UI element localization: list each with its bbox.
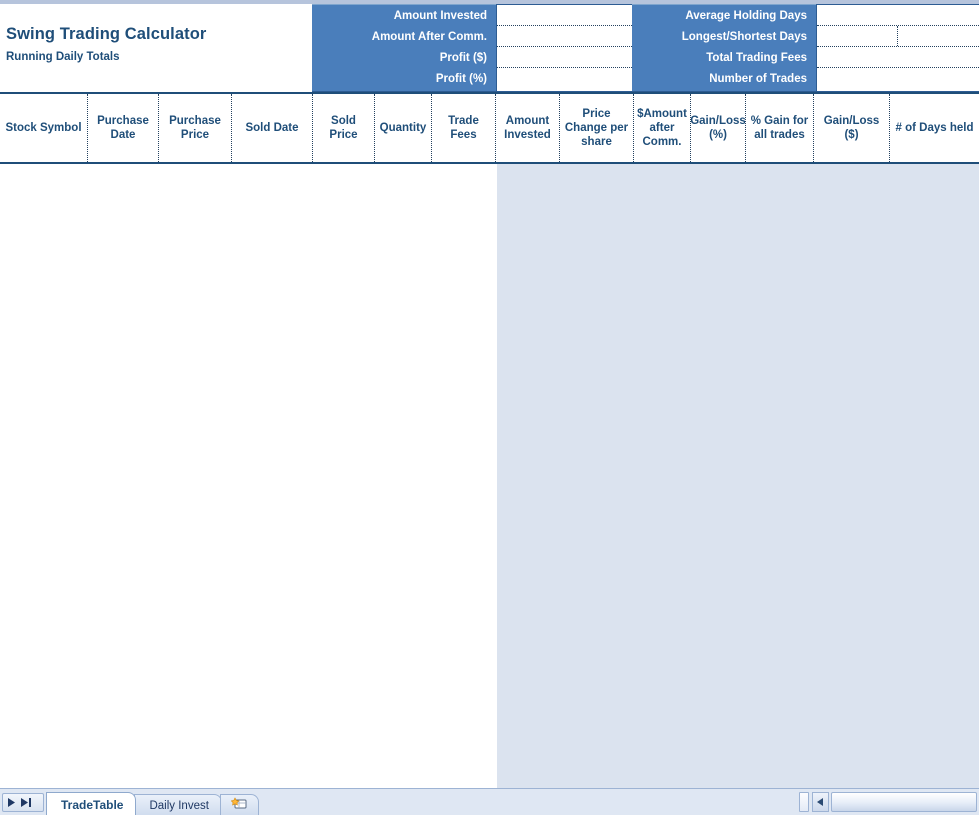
column-header-stock-symbol[interactable]: Stock Symbol <box>0 94 88 162</box>
column-header-gain-loss-percent[interactable]: Gain/Loss (%) <box>691 94 746 162</box>
scroll-left-arrow-icon[interactable] <box>812 792 829 812</box>
page-subtitle: Running Daily Totals <box>6 51 120 63</box>
grid-body-left-pane[interactable] <box>0 164 497 788</box>
summary-label-average-holding-days: Average Holding Days <box>685 10 807 22</box>
sheet-tabs: TradeTable Daily Invest <box>46 789 259 815</box>
column-header-purchase-price[interactable]: Purchase Price <box>159 94 232 162</box>
column-header-trade-fees[interactable]: Trade Fees <box>432 94 496 162</box>
next-sheet-icon[interactable] <box>7 798 16 807</box>
column-header-amount-invested[interactable]: Amount Invested <box>496 94 560 162</box>
sheet-tab-bar: TradeTable Daily Invest <box>0 788 979 815</box>
horizontal-scrollbar[interactable] <box>831 792 977 812</box>
summary-value-average-holding-days[interactable] <box>817 5 979 26</box>
summary-label-profit-percent: Profit (%) <box>435 73 487 86</box>
summary-value-amount-invested[interactable] <box>497 5 632 26</box>
last-sheet-icon[interactable] <box>21 798 32 807</box>
summary-label-amount-after-comm: Amount After Comm. <box>371 30 487 43</box>
summary-left-labels: Amount Invested Amount After Comm. Profi… <box>312 4 496 92</box>
column-header-gain-loss-dollars[interactable]: Gain/Loss ($) <box>814 94 890 162</box>
summary-value-profit-dollars[interactable] <box>497 47 632 68</box>
column-header-purchase-date[interactable]: Purchase Date <box>88 94 159 162</box>
summary-value-longest-days[interactable] <box>817 26 898 46</box>
summary-right-values <box>816 4 979 92</box>
summary-label-profit-dollars: Profit ($) <box>439 51 487 64</box>
sheet-tab-tradetable[interactable]: TradeTable <box>46 792 137 815</box>
summary-label-number-of-trades: Number of Trades <box>709 73 807 86</box>
summary-value-number-of-trades[interactable] <box>817 68 979 91</box>
sheet-tab-label: Daily Invest <box>149 799 209 812</box>
summary-band: Swing Trading Calculator Running Daily T… <box>0 4 979 92</box>
column-header-sold-date[interactable]: Sold Date <box>232 94 313 162</box>
table-header-row: Stock Symbol Purchase Date Purchase Pric… <box>0 92 979 164</box>
grid-body-right-pane[interactable] <box>497 164 979 788</box>
insert-worksheet-tab[interactable] <box>219 794 259 815</box>
column-header-price-change-per-share[interactable]: Price Change per share <box>560 94 634 162</box>
summary-left-values <box>496 4 632 92</box>
spreadsheet-window: Swing Trading Calculator Running Daily T… <box>0 0 979 815</box>
column-header-days-held[interactable]: # of Days held <box>890 94 979 162</box>
title-block: Swing Trading Calculator Running Daily T… <box>0 4 312 92</box>
insert-worksheet-icon <box>230 797 248 814</box>
column-header-percent-gain-all-trades[interactable]: % Gain for all trades <box>746 94 814 162</box>
summary-label-longest-shortest-days: Longest/Shortest Days <box>681 30 807 43</box>
summary-value-total-trading-fees[interactable] <box>817 47 979 68</box>
column-header-amount-after-comm[interactable]: $Amount after Comm. <box>634 94 691 162</box>
sheet-tab-label: TradeTable <box>61 797 124 812</box>
sheet-nav-arrows <box>2 793 44 812</box>
summary-right-labels: Average Holding Days Longest/Shortest Da… <box>632 4 816 92</box>
summary-label-total-trading-fees: Total Trading Fees <box>706 51 807 64</box>
summary-value-longest-shortest-days <box>817 26 979 47</box>
column-header-sold-price[interactable]: Sold Price <box>313 94 375 162</box>
page-title: Swing Trading Calculator <box>6 25 207 43</box>
summary-value-shortest-days[interactable] <box>898 26 975 46</box>
summary-value-profit-percent[interactable] <box>497 68 632 91</box>
column-header-quantity[interactable]: Quantity <box>375 94 432 162</box>
sheet-tab-daily-invest[interactable]: Daily Invest <box>134 794 222 815</box>
pane-split-handle[interactable] <box>799 792 809 812</box>
horizontal-scroll-region <box>799 789 979 815</box>
summary-label-amount-invested: Amount Invested <box>393 10 487 22</box>
grid-body[interactable] <box>0 164 979 788</box>
summary-value-amount-after-comm[interactable] <box>497 26 632 47</box>
